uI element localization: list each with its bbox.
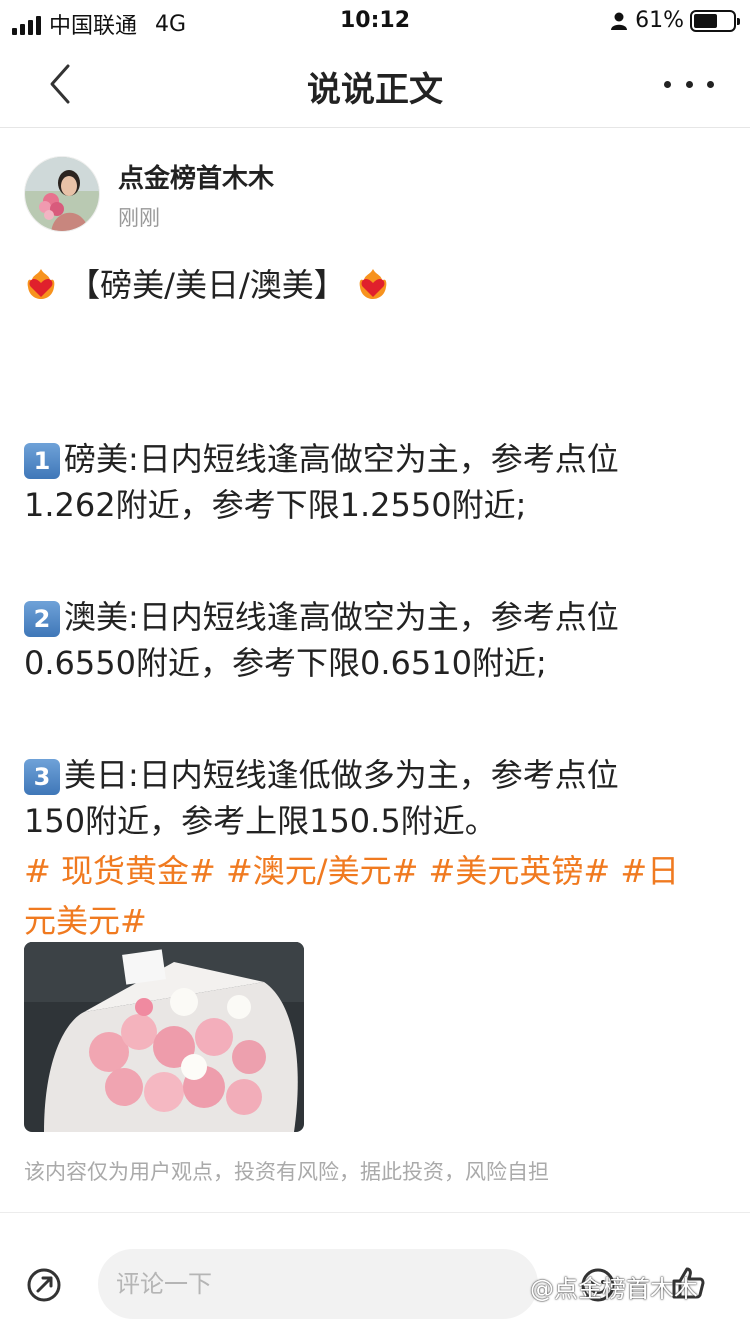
battery-icon <box>690 9 740 32</box>
post-heading-line: 【磅美/美日/澳美】 <box>24 262 728 308</box>
item-2-line2: 0.6550附近，参考下限0.6510附近; <box>24 644 547 682</box>
author-header: 点金榜首木木 刚刚 <box>24 156 724 234</box>
post-image[interactable] <box>24 942 304 1132</box>
bottom-action-bar: @点金榜首木木 <box>0 1213 750 1334</box>
risk-disclaimer: 该内容仅为用户观点，投资有风险，据此投资，风险自担 <box>24 1160 549 1184</box>
avatar[interactable] <box>24 156 100 232</box>
status-bar: 中国联通 4G 10:12 61% <box>0 0 750 40</box>
item-3-text: 美日:日内短线逢低做多为主，参考点位 <box>64 756 619 794</box>
post-heading: 【磅美/美日/澳美】 <box>68 266 346 304</box>
keycap-2-icon: 2 <box>24 601 60 637</box>
hashtag-line[interactable]: # 现货黄金# #澳元/美元# #美元英镑# #日 <box>24 846 728 896</box>
keycap-3-icon: 3 <box>24 759 60 795</box>
more-button[interactable] <box>664 72 714 96</box>
share-button[interactable] <box>24 1265 64 1305</box>
hashtag-line[interactable]: 元美元# <box>24 896 728 946</box>
item-1-text: 磅美:日内短线逢高做空为主，参考点位 <box>64 440 619 478</box>
share-icon <box>27 1268 61 1302</box>
post-content: 【磅美/美日/澳美】 1 磅美:日内短线逢高做空为主，参考点位 1.262附近，参… <box>24 262 728 946</box>
heart-on-fire-icon <box>359 269 387 299</box>
author-name[interactable]: 点金榜首木木 <box>118 158 274 195</box>
page-title: 说说正文 <box>307 70 443 110</box>
status-right: 61% <box>609 8 740 33</box>
post-time: 刚刚 <box>118 206 160 230</box>
more-dot-icon <box>685 80 693 88</box>
item-3-line2: 150附近，参考上限150.5附近。 <box>24 802 497 840</box>
hashtags[interactable]: # 现货黄金# #澳元/美元# #美元英镑# #日 元美元# <box>24 846 728 946</box>
comment-input[interactable] <box>98 1249 538 1319</box>
nav-bar: 说说正文 <box>0 40 750 128</box>
watermark-text: @点金榜首木木 <box>530 1275 698 1303</box>
more-dot-icon <box>707 80 714 88</box>
item-3-line1: 3 美日:日内短线逢低做多为主，参考点位 <box>24 752 728 798</box>
person-icon <box>611 12 628 30</box>
battery-percent: 61% <box>635 8 684 33</box>
item-2-line1: 2 澳美:日内短线逢高做空为主，参考点位 <box>24 594 728 640</box>
heart-on-fire-icon <box>27 269 55 299</box>
item-1-line1: 1 磅美:日内短线逢高做空为主，参考点位 <box>24 436 728 482</box>
more-dot-icon <box>664 80 671 88</box>
item-2-text: 澳美:日内短线逢高做空为主，参考点位 <box>64 598 619 636</box>
item-1-line2: 1.262附近，参考下限1.2550附近; <box>24 486 527 524</box>
keycap-1-icon: 1 <box>24 443 60 479</box>
